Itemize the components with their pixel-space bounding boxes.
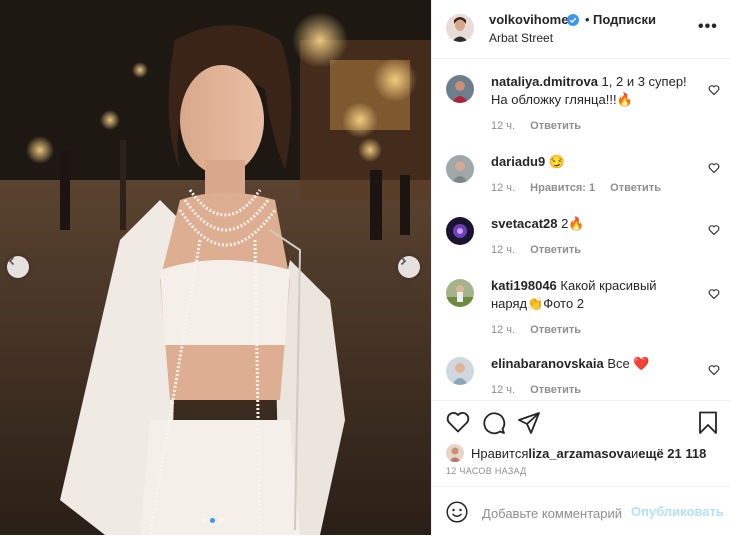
comment-text: svetacat28 2🔥 — [491, 215, 691, 233]
comment-button[interactable] — [482, 411, 506, 440]
comment-text: kati198046 Какой красивый наряд👏Фото 2 — [491, 277, 691, 313]
bookmark-icon — [699, 411, 717, 434]
comment-time[interactable]: 12 ч. — [491, 324, 515, 336]
comment-likes-count[interactable]: Нравится: 1 — [530, 182, 595, 194]
comment-text: nataliya.dmitrova 1, 2 и 3 супер! На обл… — [491, 73, 691, 109]
save-button[interactable] — [698, 411, 718, 440]
likes-summary: Нравится liza_arzamasova и ещё 21 118 — [446, 444, 706, 462]
comment-like-button[interactable] — [708, 161, 720, 179]
publish-button[interactable]: Опубликовать — [631, 504, 724, 519]
comment-text: elinabaranovskaia Все ❤️ — [491, 355, 691, 373]
avatar-image — [446, 357, 474, 385]
following-button[interactable]: Подписки — [593, 12, 656, 27]
chevron-left-icon — [8, 256, 15, 266]
carousel-dot — [219, 518, 224, 523]
avatar-image — [446, 279, 474, 307]
post-location[interactable]: Arbat Street — [489, 31, 553, 45]
avatar-image — [446, 14, 474, 42]
comment-username[interactable]: dariadu9 — [491, 154, 545, 169]
comment-time[interactable]: 12 ч. — [491, 384, 515, 396]
next-photo-button[interactable] — [398, 256, 420, 278]
chevron-right-icon — [400, 256, 407, 266]
comment-bubble-icon — [483, 412, 506, 435]
heart-outline-icon — [708, 163, 720, 174]
reply-button[interactable]: Ответить — [530, 120, 581, 132]
commenter-avatar[interactable] — [446, 357, 474, 385]
likes-prefix: Нравится — [471, 445, 529, 461]
liker-username[interactable]: liza_arzamasova — [528, 446, 631, 461]
post-side-panel: volkovihome • Подписки Arbat Street ••• … — [431, 0, 730, 535]
post-photo[interactable] — [0, 0, 431, 535]
avatar-image — [446, 75, 474, 103]
paper-plane-icon — [518, 412, 540, 434]
commenter-avatar[interactable] — [446, 217, 474, 245]
comment-meta: 12 ч. Нравится: 1 Ответить — [491, 182, 673, 194]
comment-meta: 12 ч. Ответить — [491, 324, 593, 336]
comment-meta: 12 ч. Ответить — [491, 120, 593, 132]
smiley-face-icon — [446, 501, 468, 523]
more-options-button[interactable]: ••• — [698, 18, 718, 36]
avatar-image — [446, 155, 474, 183]
like-button[interactable] — [446, 411, 470, 438]
comment-body: 2🔥 — [557, 216, 585, 231]
commenter-avatar[interactable] — [446, 155, 474, 183]
carousel-dot-active — [210, 518, 215, 523]
commenter-avatar[interactable] — [446, 75, 474, 103]
avatar-image — [446, 217, 474, 245]
carousel-indicator — [201, 518, 224, 523]
likes-conjunction: и — [631, 445, 639, 461]
comment-username[interactable]: svetacat28 — [491, 216, 558, 231]
reply-button[interactable]: Ответить — [610, 182, 661, 194]
comment-time[interactable]: 12 ч. — [491, 244, 515, 256]
header-separator: • — [585, 12, 590, 27]
heart-outline-icon — [708, 365, 720, 376]
author-avatar[interactable] — [446, 14, 474, 42]
comments-list[interactable]: nataliya.dmitrova 1, 2 и 3 супер! На обл… — [432, 59, 730, 399]
comment-body: 😏 — [545, 154, 565, 169]
avatar-image — [446, 444, 464, 462]
comment-meta: 12 ч. Ответить — [491, 244, 593, 256]
comment-body: Все ❤️ — [603, 356, 650, 371]
comment-like-button[interactable] — [708, 287, 720, 305]
comment-username[interactable]: nataliya.dmitrova — [491, 74, 598, 89]
heart-outline-icon — [446, 412, 470, 433]
commenter-avatar[interactable] — [446, 279, 474, 307]
comment-like-button[interactable] — [708, 223, 720, 241]
carousel-dot — [201, 518, 206, 523]
photo-illustration — [0, 0, 431, 535]
comment-time[interactable]: 12 ч. — [491, 182, 515, 194]
reply-button[interactable]: Ответить — [530, 244, 581, 256]
reply-button[interactable]: Ответить — [530, 384, 581, 396]
heart-outline-icon — [708, 85, 720, 96]
heart-outline-icon — [708, 225, 720, 236]
comment-meta: 12 ч. Ответить — [491, 384, 593, 396]
likes-count[interactable]: ещё 21 118 — [638, 446, 706, 461]
comment-like-button[interactable] — [708, 363, 720, 381]
reply-button[interactable]: Ответить — [530, 324, 581, 336]
author-username[interactable]: volkovihome — [489, 12, 568, 27]
heart-outline-icon — [708, 289, 720, 300]
comment-composer: Опубликовать — [432, 486, 730, 536]
liker-avatar[interactable] — [446, 444, 464, 462]
comment-text: dariadu9 😏 — [491, 153, 691, 171]
post-timestamp[interactable]: 12 ЧАСОВ НАЗАД — [446, 466, 527, 476]
share-button[interactable] — [517, 411, 541, 440]
previous-photo-button[interactable] — [7, 256, 29, 278]
comment-username[interactable]: elinabaranovskaia — [491, 356, 604, 371]
post-header: volkovihome • Подписки Arbat Street ••• — [432, 0, 730, 59]
comment-like-button[interactable] — [708, 83, 720, 101]
comment-time[interactable]: 12 ч. — [491, 120, 515, 132]
emoji-button[interactable] — [446, 501, 468, 528]
post-actions: Нравится liza_arzamasova и ещё 21 118 12… — [432, 400, 730, 486]
comment-input[interactable] — [480, 502, 624, 524]
verified-badge-icon — [567, 13, 579, 31]
comment-username[interactable]: kati198046 — [491, 278, 557, 293]
